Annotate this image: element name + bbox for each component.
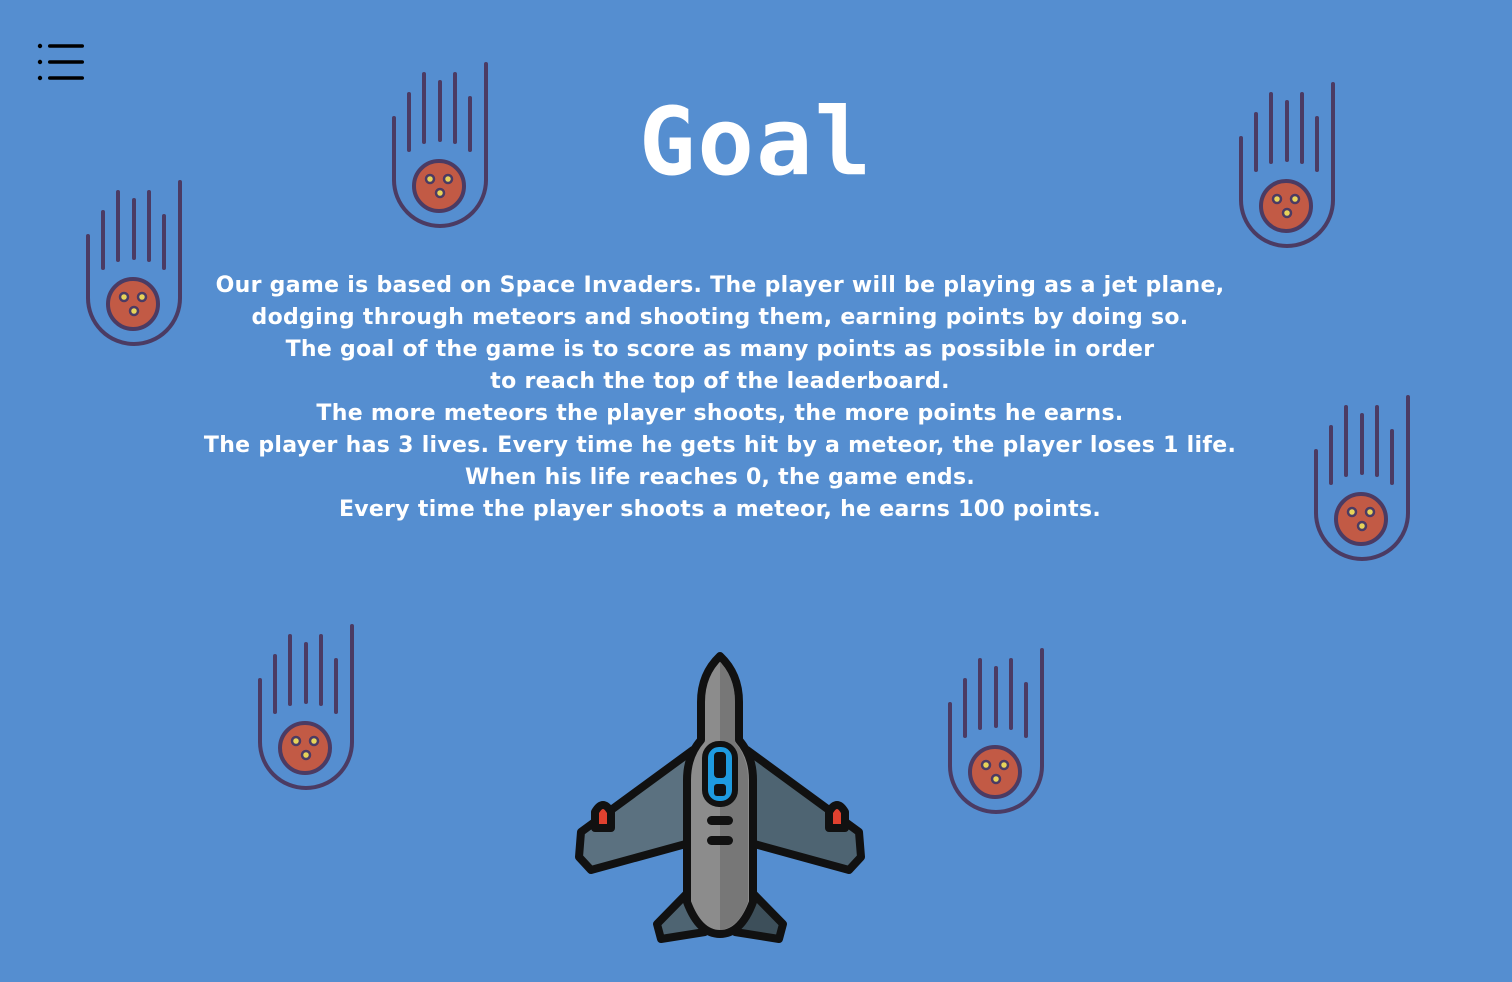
description-line: to reach the top of the leaderboard. — [490, 369, 950, 394]
menu-list-icon — [37, 43, 84, 81]
falling-meteor-icon — [84, 178, 184, 350]
menu-button[interactable] — [36, 42, 86, 84]
falling-meteor-icon — [256, 622, 356, 794]
description-line: Every time the player shoots a meteor, h… — [338, 497, 1102, 522]
goal-description: Our game is based on Space Invaders. The… — [180, 270, 1260, 526]
falling-meteor-icon — [1312, 393, 1412, 565]
falling-meteor-icon — [1237, 80, 1337, 252]
description-line: When his life reaches 0, the game ends. — [464, 465, 976, 490]
description-line: dodging through meteors and shooting the… — [251, 305, 1189, 330]
description-line: Our game is based on Space Invaders. The… — [215, 273, 1225, 298]
description-line: The goal of the game is to score as many… — [285, 337, 1155, 362]
description-line: The more meteors the player shoots, the … — [316, 401, 1124, 426]
falling-meteor-icon — [390, 60, 490, 232]
fighter-jet-icon — [573, 652, 867, 950]
description-line: The player has 3 lives. Every time he ge… — [203, 433, 1237, 458]
falling-meteor-icon — [946, 646, 1046, 818]
